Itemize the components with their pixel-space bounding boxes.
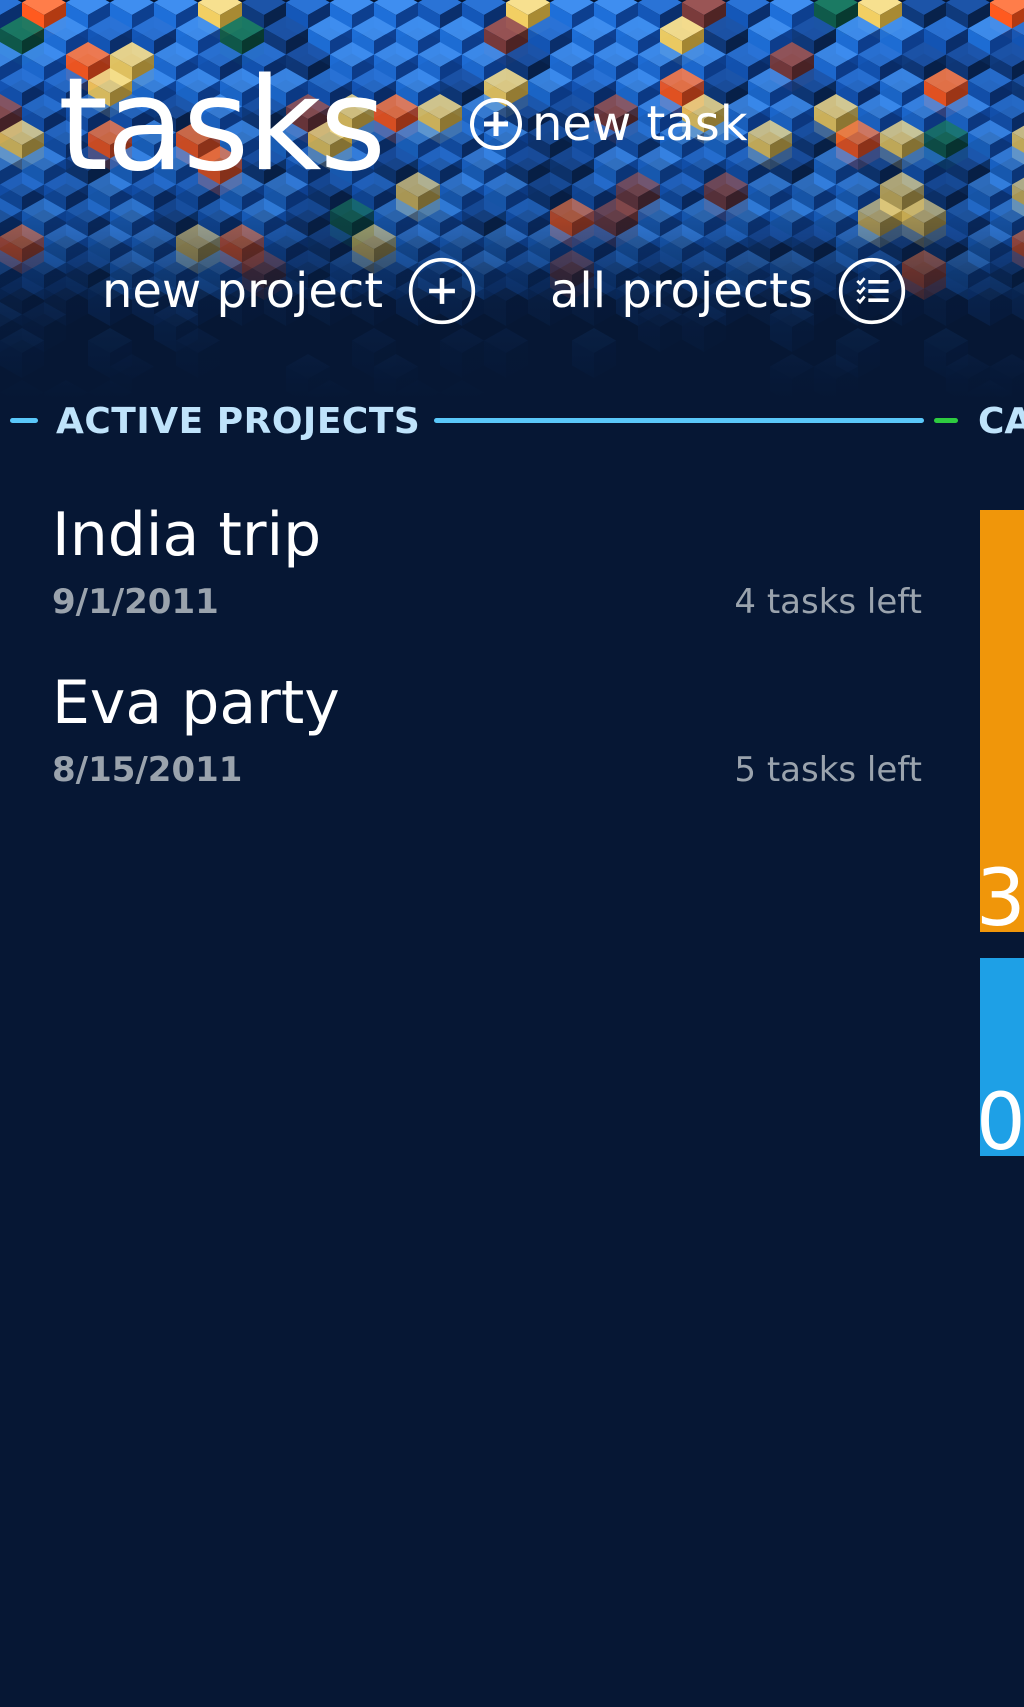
list-circle-icon (838, 257, 906, 325)
all-projects-button[interactable]: all projects (550, 256, 907, 326)
tile-count: 3 (980, 854, 1024, 932)
tasks-app: tasks new task new project all projects (0, 0, 1024, 1707)
project-name: Eva party (52, 668, 340, 738)
section-rule (10, 418, 38, 423)
category-tile-orange[interactable]: 3 (980, 510, 1024, 932)
next-section-rule (934, 418, 958, 423)
new-task-label: new task (532, 96, 748, 152)
add-circle-icon (470, 98, 522, 150)
active-projects-header: ACTIVE PROJECTS CA (0, 398, 1024, 448)
active-projects-title: ACTIVE PROJECTS (56, 401, 421, 442)
app-title: tasks (58, 51, 386, 200)
new-project-label: new project (102, 263, 384, 319)
project-tasks-left: 4 tasks left (734, 582, 922, 622)
next-section-title[interactable]: CA (978, 398, 1024, 446)
new-task-button[interactable]: new task (468, 96, 748, 152)
project-date: 9/1/2011 (52, 582, 219, 622)
category-tile-blue[interactable]: 0 (980, 958, 1024, 1156)
project-name: India trip (52, 500, 322, 570)
new-project-button[interactable]: new project (102, 256, 477, 326)
project-date: 8/15/2011 (52, 750, 243, 790)
project-tasks-left: 5 tasks left (734, 750, 922, 790)
all-projects-label: all projects (550, 263, 813, 319)
tile-count: 0 (980, 1078, 1024, 1156)
section-rule (434, 418, 924, 423)
add-circle-icon (408, 257, 476, 325)
project-item[interactable]: India trip 9/1/2011 4 tasks left (52, 500, 922, 650)
project-item[interactable]: Eva party 8/15/2011 5 tasks left (52, 668, 922, 818)
